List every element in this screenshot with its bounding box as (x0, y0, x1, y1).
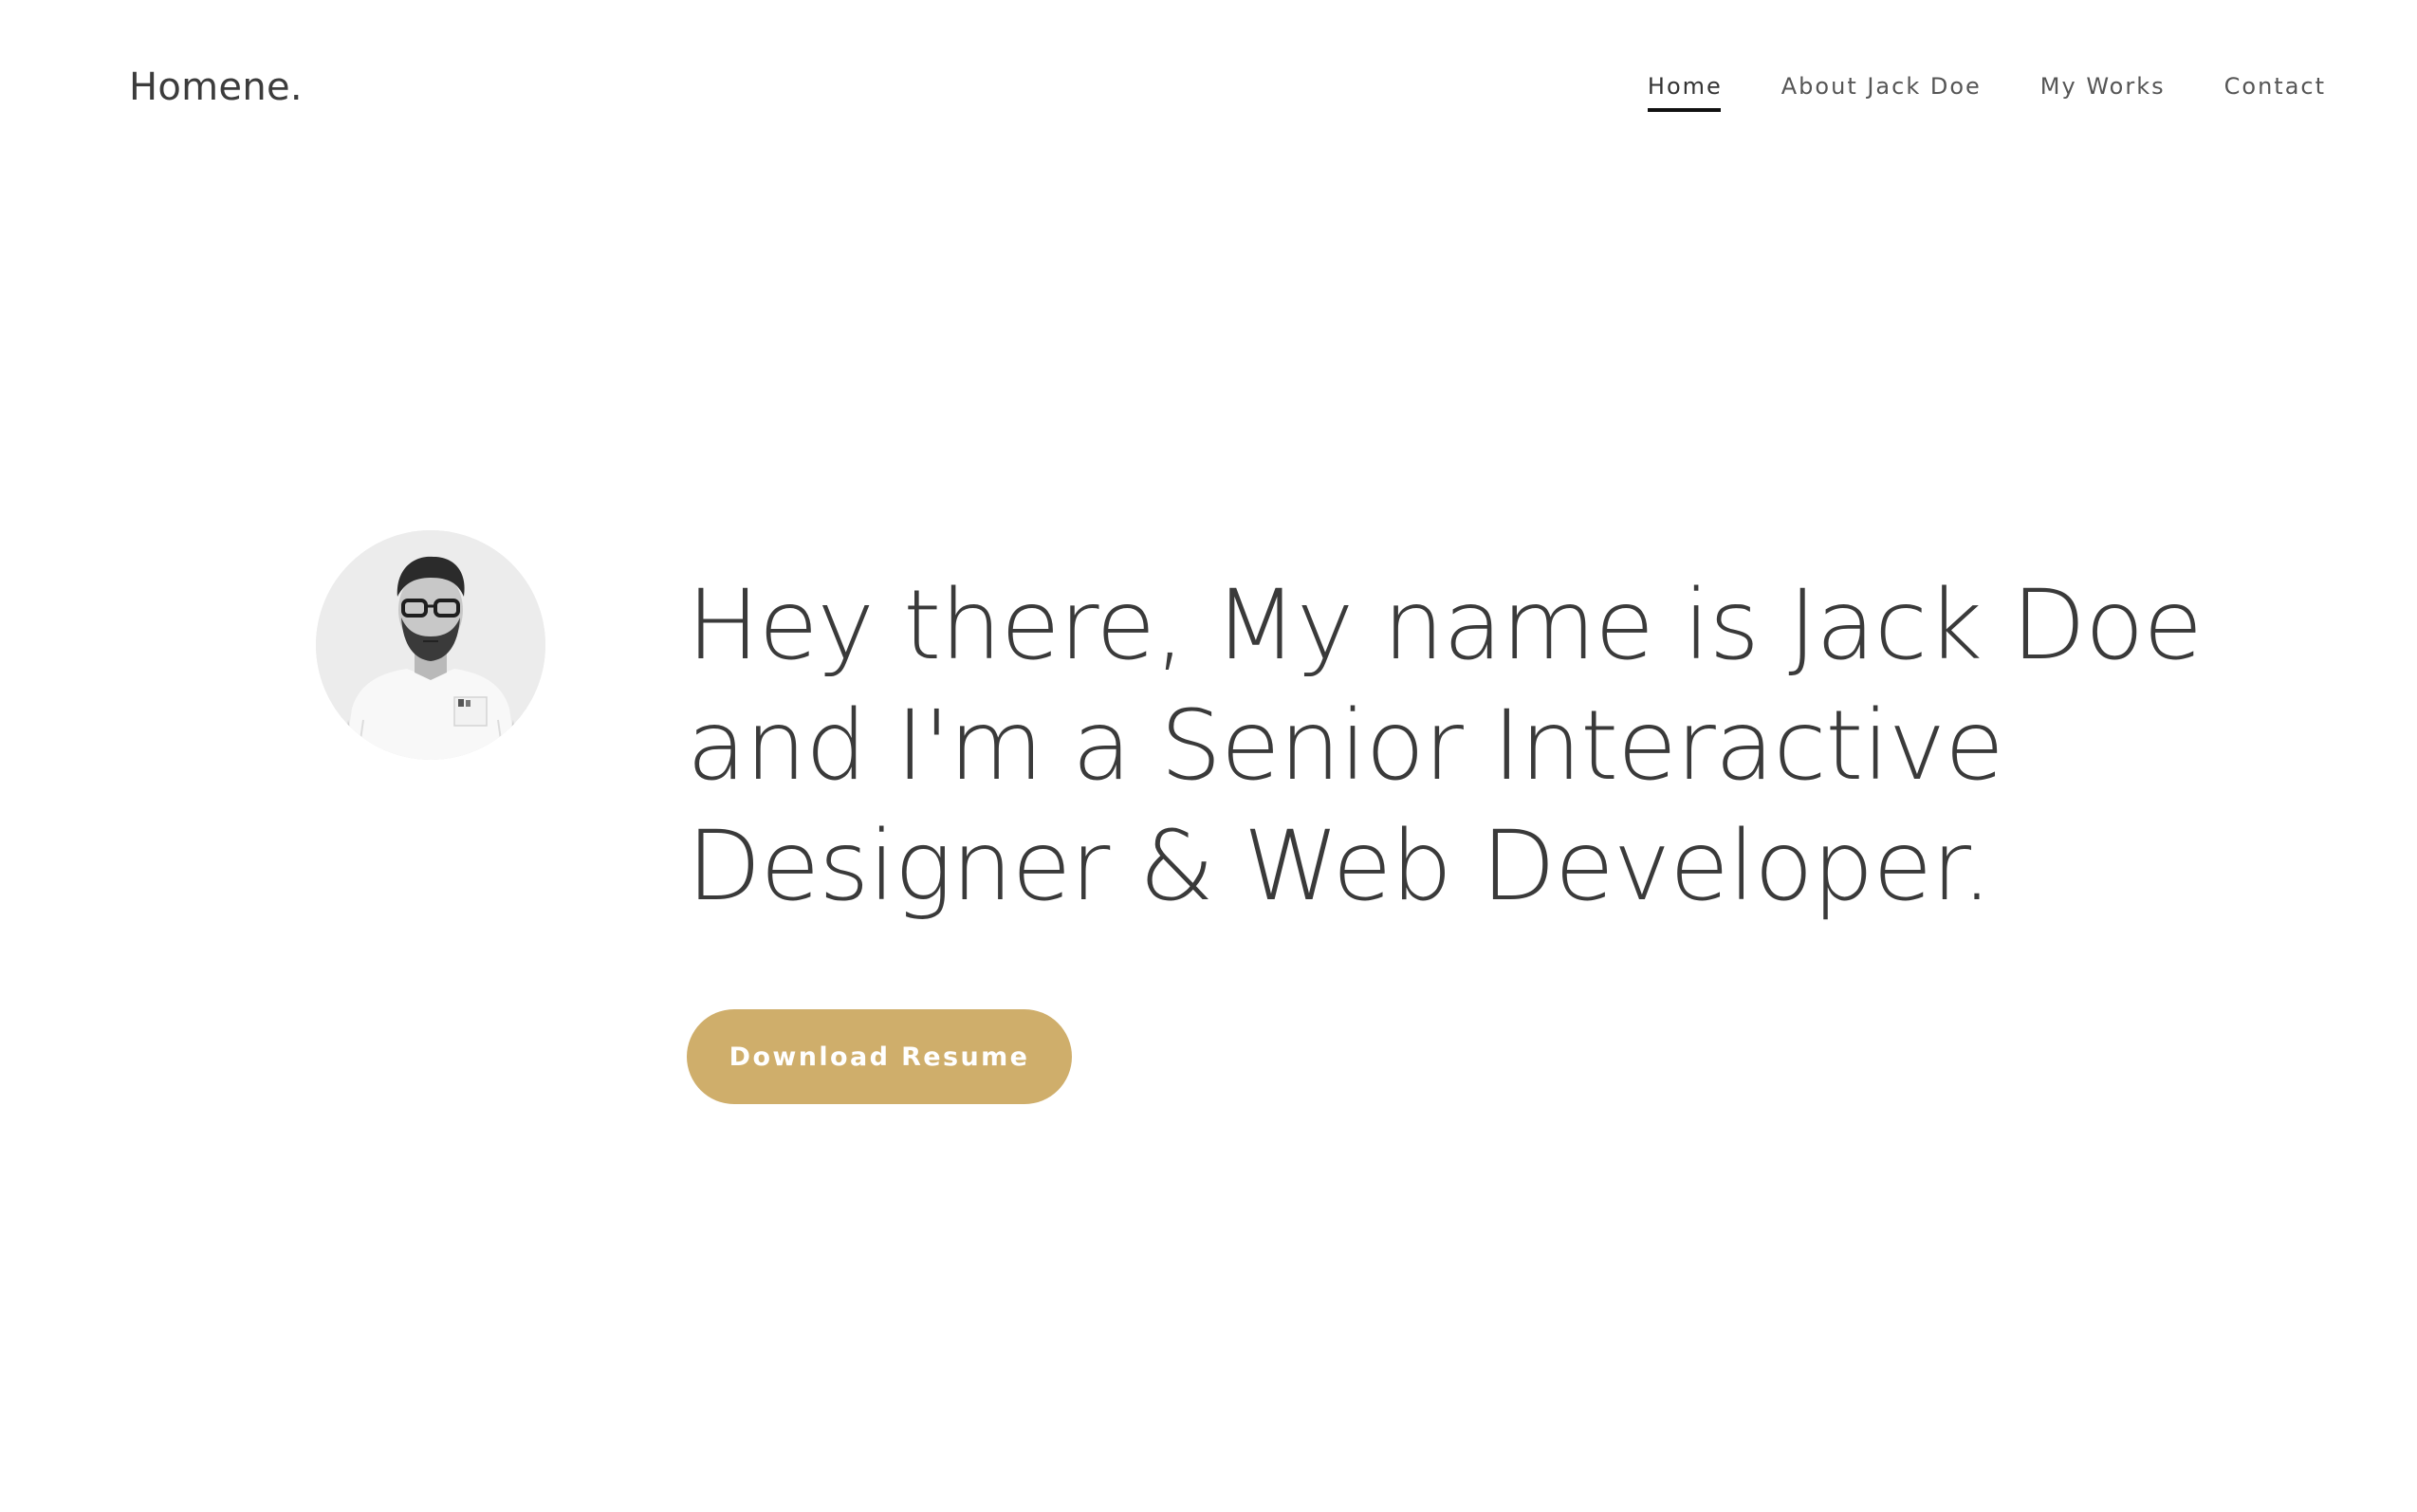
nav-item-about[interactable]: About Jack Doe (1781, 70, 1982, 112)
nav-item-works[interactable]: My Works (2040, 70, 2166, 112)
hero-headline: Hey there, My name is Jack Doe and I'm a… (687, 565, 2203, 927)
download-resume-button[interactable]: Download Resume (687, 1009, 1072, 1104)
site-header: Homene. Home About Jack Doe My Works Con… (0, 0, 2417, 180)
hero-section: Hey there, My name is Jack Doe and I'm a… (687, 565, 2203, 927)
nav-item-home[interactable]: Home (1647, 70, 1723, 112)
headline-line: and I'm a Senior Interactive (687, 690, 2004, 802)
main-nav: Home About Jack Doe My Works Contact (1647, 70, 2326, 112)
site-logo[interactable]: Homene. (129, 61, 303, 114)
avatar (316, 530, 545, 760)
nav-item-contact[interactable]: Contact (2224, 70, 2326, 112)
profile-photo-icon (316, 530, 545, 760)
headline-line: Hey there, My name is Jack Doe (687, 569, 2203, 682)
headline-line: Designer & Web Developer. (687, 810, 1992, 923)
